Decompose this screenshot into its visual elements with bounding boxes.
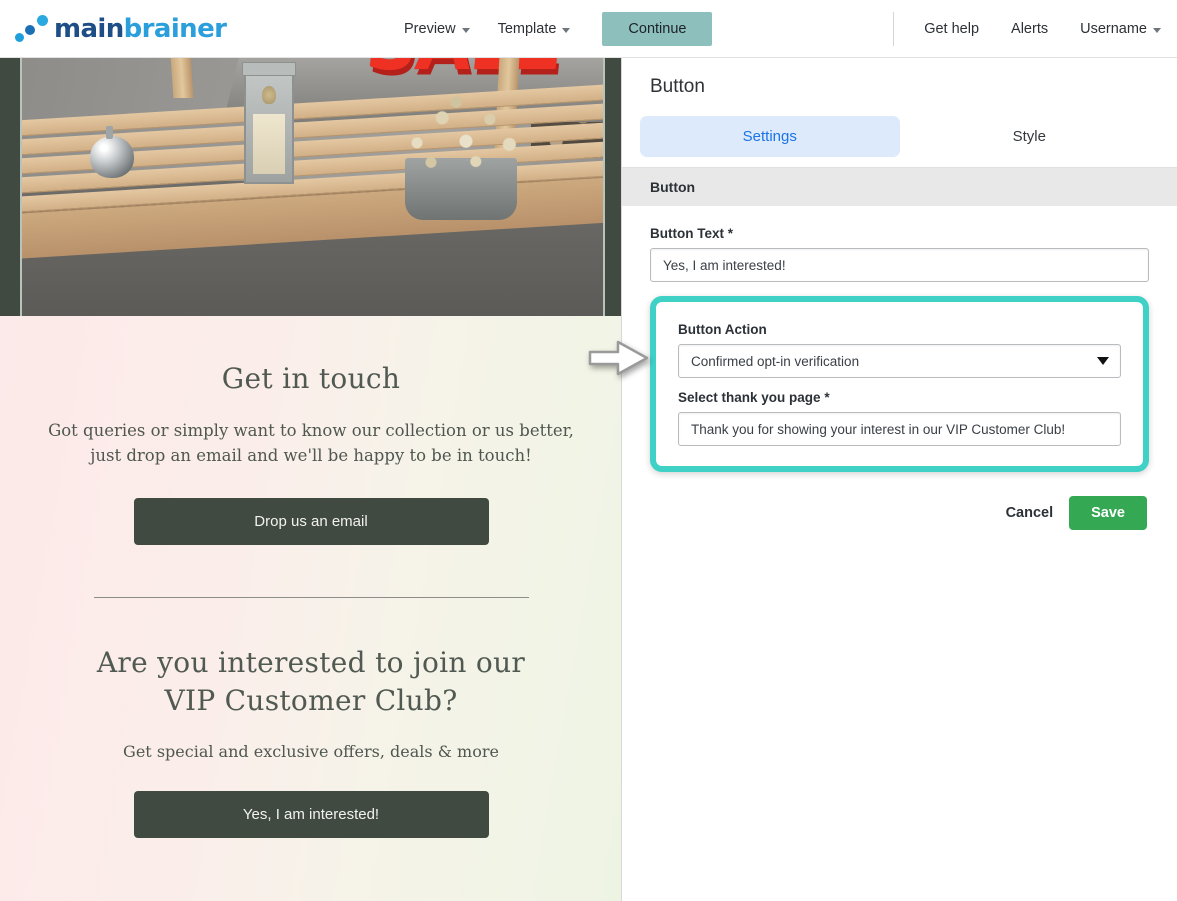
panel-action-buttons: Cancel Save bbox=[622, 472, 1177, 530]
button-text-field-group: Button Text * bbox=[622, 226, 1177, 282]
button-action-label: Button Action bbox=[678, 322, 767, 337]
chevron-down-icon bbox=[562, 28, 571, 33]
hero-image: SALE bbox=[20, 58, 605, 351]
vip-heading-line-1: Are you interested to join our bbox=[96, 645, 526, 679]
lantern bbox=[242, 62, 296, 184]
nav-divider bbox=[893, 12, 895, 46]
sale-sign-text: SALE bbox=[362, 58, 566, 87]
logo-dots-icon bbox=[12, 12, 54, 46]
thank-you-page-input[interactable] bbox=[678, 412, 1121, 446]
primary-nav: Preview Template Continue bbox=[390, 0, 713, 58]
get-in-touch-heading: Get in touch bbox=[221, 362, 401, 395]
panel-tabs: Settings Style bbox=[622, 116, 1177, 168]
nav-item-get-help[interactable]: Get help bbox=[908, 0, 995, 58]
chevron-down-icon bbox=[461, 28, 470, 33]
paragraph-line-2: just drop an email and we'll be happy to… bbox=[90, 445, 532, 465]
silver-teapot bbox=[90, 126, 134, 178]
dried-flowers bbox=[389, 96, 529, 174]
logo-text-brain: brainer bbox=[123, 13, 227, 44]
get-in-touch-paragraph: Got queries or simply want to know our c… bbox=[0, 418, 621, 468]
button-text-label-text: Button Text bbox=[650, 226, 724, 241]
vip-club-heading: Are you interested to join our VIP Custo… bbox=[0, 644, 621, 720]
save-button[interactable]: Save bbox=[1069, 496, 1147, 530]
panel-title: Button bbox=[650, 76, 705, 97]
nav-item-preview[interactable]: Preview bbox=[390, 0, 484, 58]
button-settings-panel: Button Settings Style Button Button Text… bbox=[622, 58, 1177, 901]
thank-you-page-label-text: Select thank you page bbox=[678, 390, 821, 405]
section-header-button: Button bbox=[622, 168, 1177, 206]
section-get-in-touch[interactable]: Get in touch Got queries or simply want … bbox=[0, 360, 621, 545]
button-action-highlight-box: Button Action Select thank you page * bbox=[650, 296, 1149, 472]
button-text-input[interactable] bbox=[650, 248, 1149, 282]
yes-i-am-interested-button[interactable]: Yes, I am interested! bbox=[133, 790, 489, 838]
nav-item-template[interactable]: Template bbox=[484, 0, 585, 58]
email-body: Get in touch Got queries or simply want … bbox=[0, 316, 621, 901]
button-action-select-wrapper[interactable] bbox=[678, 344, 1121, 378]
nav-item-username-label: Username bbox=[1080, 21, 1147, 37]
continue-button[interactable]: Continue bbox=[602, 12, 713, 46]
section-divider bbox=[93, 596, 529, 598]
required-asterisk: * bbox=[727, 226, 734, 241]
nav-item-alerts[interactable]: Alerts bbox=[995, 0, 1064, 58]
thank-you-page-label: Select thank you page * bbox=[678, 390, 1121, 405]
email-template-preview: SALE bbox=[0, 58, 622, 901]
nav-item-template-label: Template bbox=[497, 21, 557, 37]
button-text-label: Button Text * bbox=[650, 226, 1149, 241]
vip-heading-line-2: VIP Customer Club? bbox=[164, 683, 458, 717]
section-vip-club[interactable]: Are you interested to join our VIP Custo… bbox=[0, 644, 621, 838]
paragraph-line-1: Got queries or simply want to know our c… bbox=[48, 420, 574, 440]
cancel-button[interactable]: Cancel bbox=[1006, 505, 1054, 521]
tab-style[interactable]: Style bbox=[900, 116, 1160, 157]
secondary-nav: Get help Alerts Username bbox=[893, 0, 1177, 58]
hero-image-block[interactable]: SALE bbox=[0, 58, 621, 351]
drop-us-an-email-button[interactable]: Drop us an email bbox=[133, 497, 489, 545]
logo-text-main: main bbox=[54, 13, 124, 44]
arrow-pointer-icon bbox=[588, 340, 649, 376]
nav-item-preview-label: Preview bbox=[404, 21, 456, 37]
required-asterisk: * bbox=[824, 390, 830, 405]
highlighted-settings-region: Button Action Select thank you page * bbox=[622, 296, 1177, 472]
chevron-down-icon bbox=[1153, 28, 1161, 33]
top-navigation-bar: mainbrainer Preview Template Continue Ge… bbox=[0, 0, 1177, 58]
nav-item-username[interactable]: Username bbox=[1064, 0, 1177, 58]
vip-club-subtext: Get special and exclusive offers, deals … bbox=[123, 741, 499, 761]
tab-settings[interactable]: Settings bbox=[640, 116, 900, 157]
brand-logo[interactable]: mainbrainer bbox=[12, 12, 227, 46]
button-action-select[interactable] bbox=[678, 344, 1121, 378]
